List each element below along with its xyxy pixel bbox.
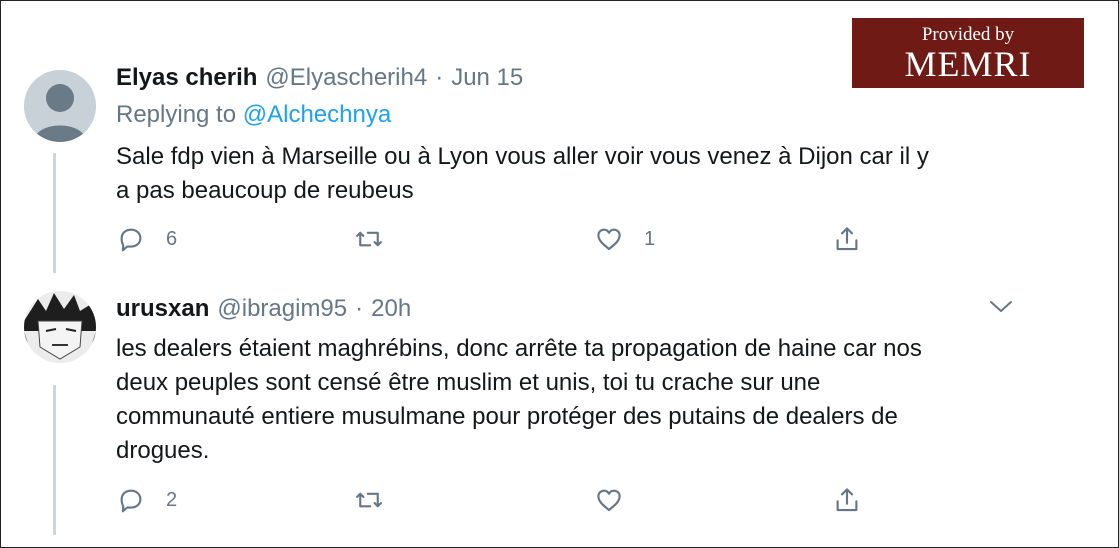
tweet-text-line: les dealers étaient maghrébins, donc arr… bbox=[116, 335, 922, 362]
separator-dot: · bbox=[355, 295, 364, 322]
watermark-line1: Provided by bbox=[921, 24, 1015, 45]
replying-to-handle[interactable]: @Alchechnya bbox=[243, 101, 391, 128]
author-name[interactable]: urusxan bbox=[116, 295, 209, 323]
tweet-text-line: drogues. bbox=[116, 437, 210, 464]
heart-icon bbox=[597, 489, 621, 512]
memri-watermark: Provided by MEMRI bbox=[852, 18, 1084, 88]
tweet-text-line: deux peuples sont censé être muslim et u… bbox=[116, 369, 821, 396]
tweet-header: urusxan @ibragim95 · 20h bbox=[116, 295, 411, 323]
default-avatar-icon bbox=[24, 70, 96, 142]
tweet-actions: 2 bbox=[116, 485, 876, 519]
share-icon bbox=[836, 227, 858, 251]
tweet-text-line: Sale fdp vien à Marseille ou à Lyon vous… bbox=[116, 143, 929, 170]
reply-button[interactable]: 2 bbox=[116, 485, 177, 515]
tweet-time[interactable]: 20h bbox=[371, 295, 411, 323]
like-count: 1 bbox=[644, 227, 656, 250]
reply-button[interactable]: 6 bbox=[116, 224, 177, 254]
tweet-text: Sale fdp vien à Marseille ou à Lyon vous… bbox=[116, 140, 929, 208]
tweet-time[interactable]: Jun 15 bbox=[451, 64, 523, 92]
like-button[interactable] bbox=[594, 485, 644, 515]
avatar[interactable] bbox=[24, 70, 96, 142]
tweet-text-line: a pas beaucoup de reubeus bbox=[116, 177, 414, 204]
author-handle[interactable]: @ibragim95 bbox=[217, 295, 347, 323]
thread-connector bbox=[53, 385, 56, 535]
tweet-text: les dealers étaient maghrébins, donc arr… bbox=[116, 332, 922, 468]
retweet-icon bbox=[356, 492, 382, 508]
tweet-header: Elyas cherih @Elyascherih4 · Jun 15 bbox=[116, 64, 523, 92]
reply-icon bbox=[120, 489, 142, 513]
avatar[interactable] bbox=[24, 291, 96, 363]
reply-count: 2 bbox=[166, 488, 178, 511]
tweet-actions: 6 1 bbox=[116, 224, 876, 258]
like-button[interactable]: 1 bbox=[594, 224, 655, 254]
retweet-button[interactable] bbox=[354, 485, 404, 515]
retweet-button[interactable] bbox=[354, 224, 404, 254]
share-button[interactable] bbox=[832, 485, 862, 515]
tweet-text-line: communauté entiere musulmane pour protég… bbox=[116, 403, 898, 430]
author-name[interactable]: Elyas cherih bbox=[116, 64, 257, 92]
manga-avatar-icon bbox=[24, 291, 96, 363]
retweet-icon bbox=[356, 231, 382, 247]
separator-dot: · bbox=[435, 64, 444, 91]
replying-to-prefix: Replying to bbox=[116, 101, 237, 128]
reply-icon bbox=[120, 228, 142, 252]
watermark-line2: MEMRI bbox=[904, 44, 1032, 84]
thread-connector bbox=[53, 153, 56, 273]
share-button[interactable] bbox=[832, 224, 862, 254]
heart-icon bbox=[597, 228, 621, 251]
chevron-down-icon[interactable] bbox=[988, 296, 1014, 316]
reply-count: 6 bbox=[166, 227, 178, 250]
replying-to: Replying to @Alchechnya bbox=[116, 101, 391, 129]
share-icon bbox=[836, 488, 858, 512]
author-handle[interactable]: @Elyascherih4 bbox=[265, 64, 427, 92]
